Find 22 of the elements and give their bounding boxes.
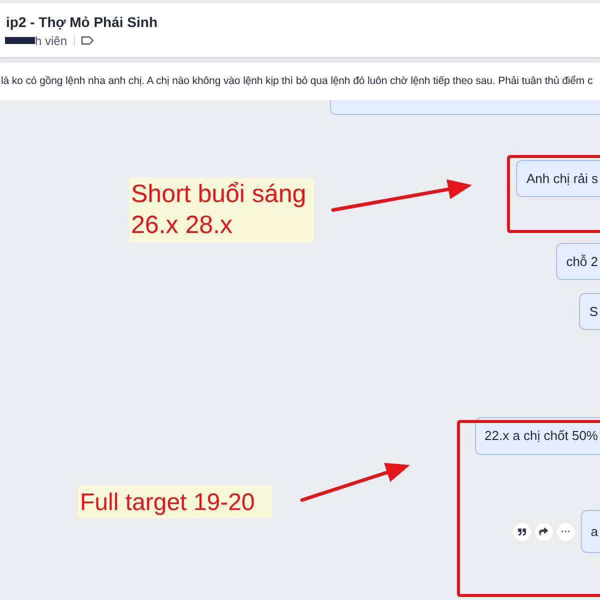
message-bubble[interactable]: 22.x a chị chốt 50% [474, 417, 600, 455]
message-text: S [589, 304, 598, 320]
tag-icon[interactable] [81, 36, 94, 45]
member-label: h viên [35, 34, 68, 48]
forward-button[interactable] [534, 522, 553, 540]
message-text: a [590, 524, 598, 540]
message-bubble[interactable]: a [580, 510, 600, 553]
pinned-message-text: là ko có gồng lệnh nha anh chị. A chị nào không vào lệnh kịp thì bỏ qua lệnh đó luôn chờ lệnh tiếp theo sau. Phải tuân thủ điểm c [0, 75, 593, 88]
message-bubble[interactable]: chỗ 2 [556, 243, 600, 280]
curved-arrow-icon [539, 527, 548, 536]
chat-title: ip2 - Thợ Mỏ Phái Sinh [6, 12, 159, 30]
message-text: chỗ 2 [566, 254, 598, 270]
message-text: Anh chị rải s [526, 170, 598, 186]
message-text: 22.x a chị chốt 50% [484, 428, 598, 444]
message-bubble[interactable]: S [579, 293, 600, 330]
annotation-label: Short buổi sáng 26.x 28.x [129, 178, 314, 242]
redaction-bar [5, 37, 35, 44]
pinned-message-bar[interactable]: là ko có gồng lệnh nha anh chị. A chị nào không vào lệnh kịp thì bỏ qua lệnh đó luôn chờ lệnh tiếp theo sau. Phải tuân thủ điểm c [0, 63, 600, 100]
quote-button[interactable] [512, 522, 531, 540]
annotation-label: Full target 19-20 [78, 486, 272, 518]
quote-icon [518, 528, 526, 536]
message-bubble[interactable]: Anh chị rải s [516, 160, 600, 197]
